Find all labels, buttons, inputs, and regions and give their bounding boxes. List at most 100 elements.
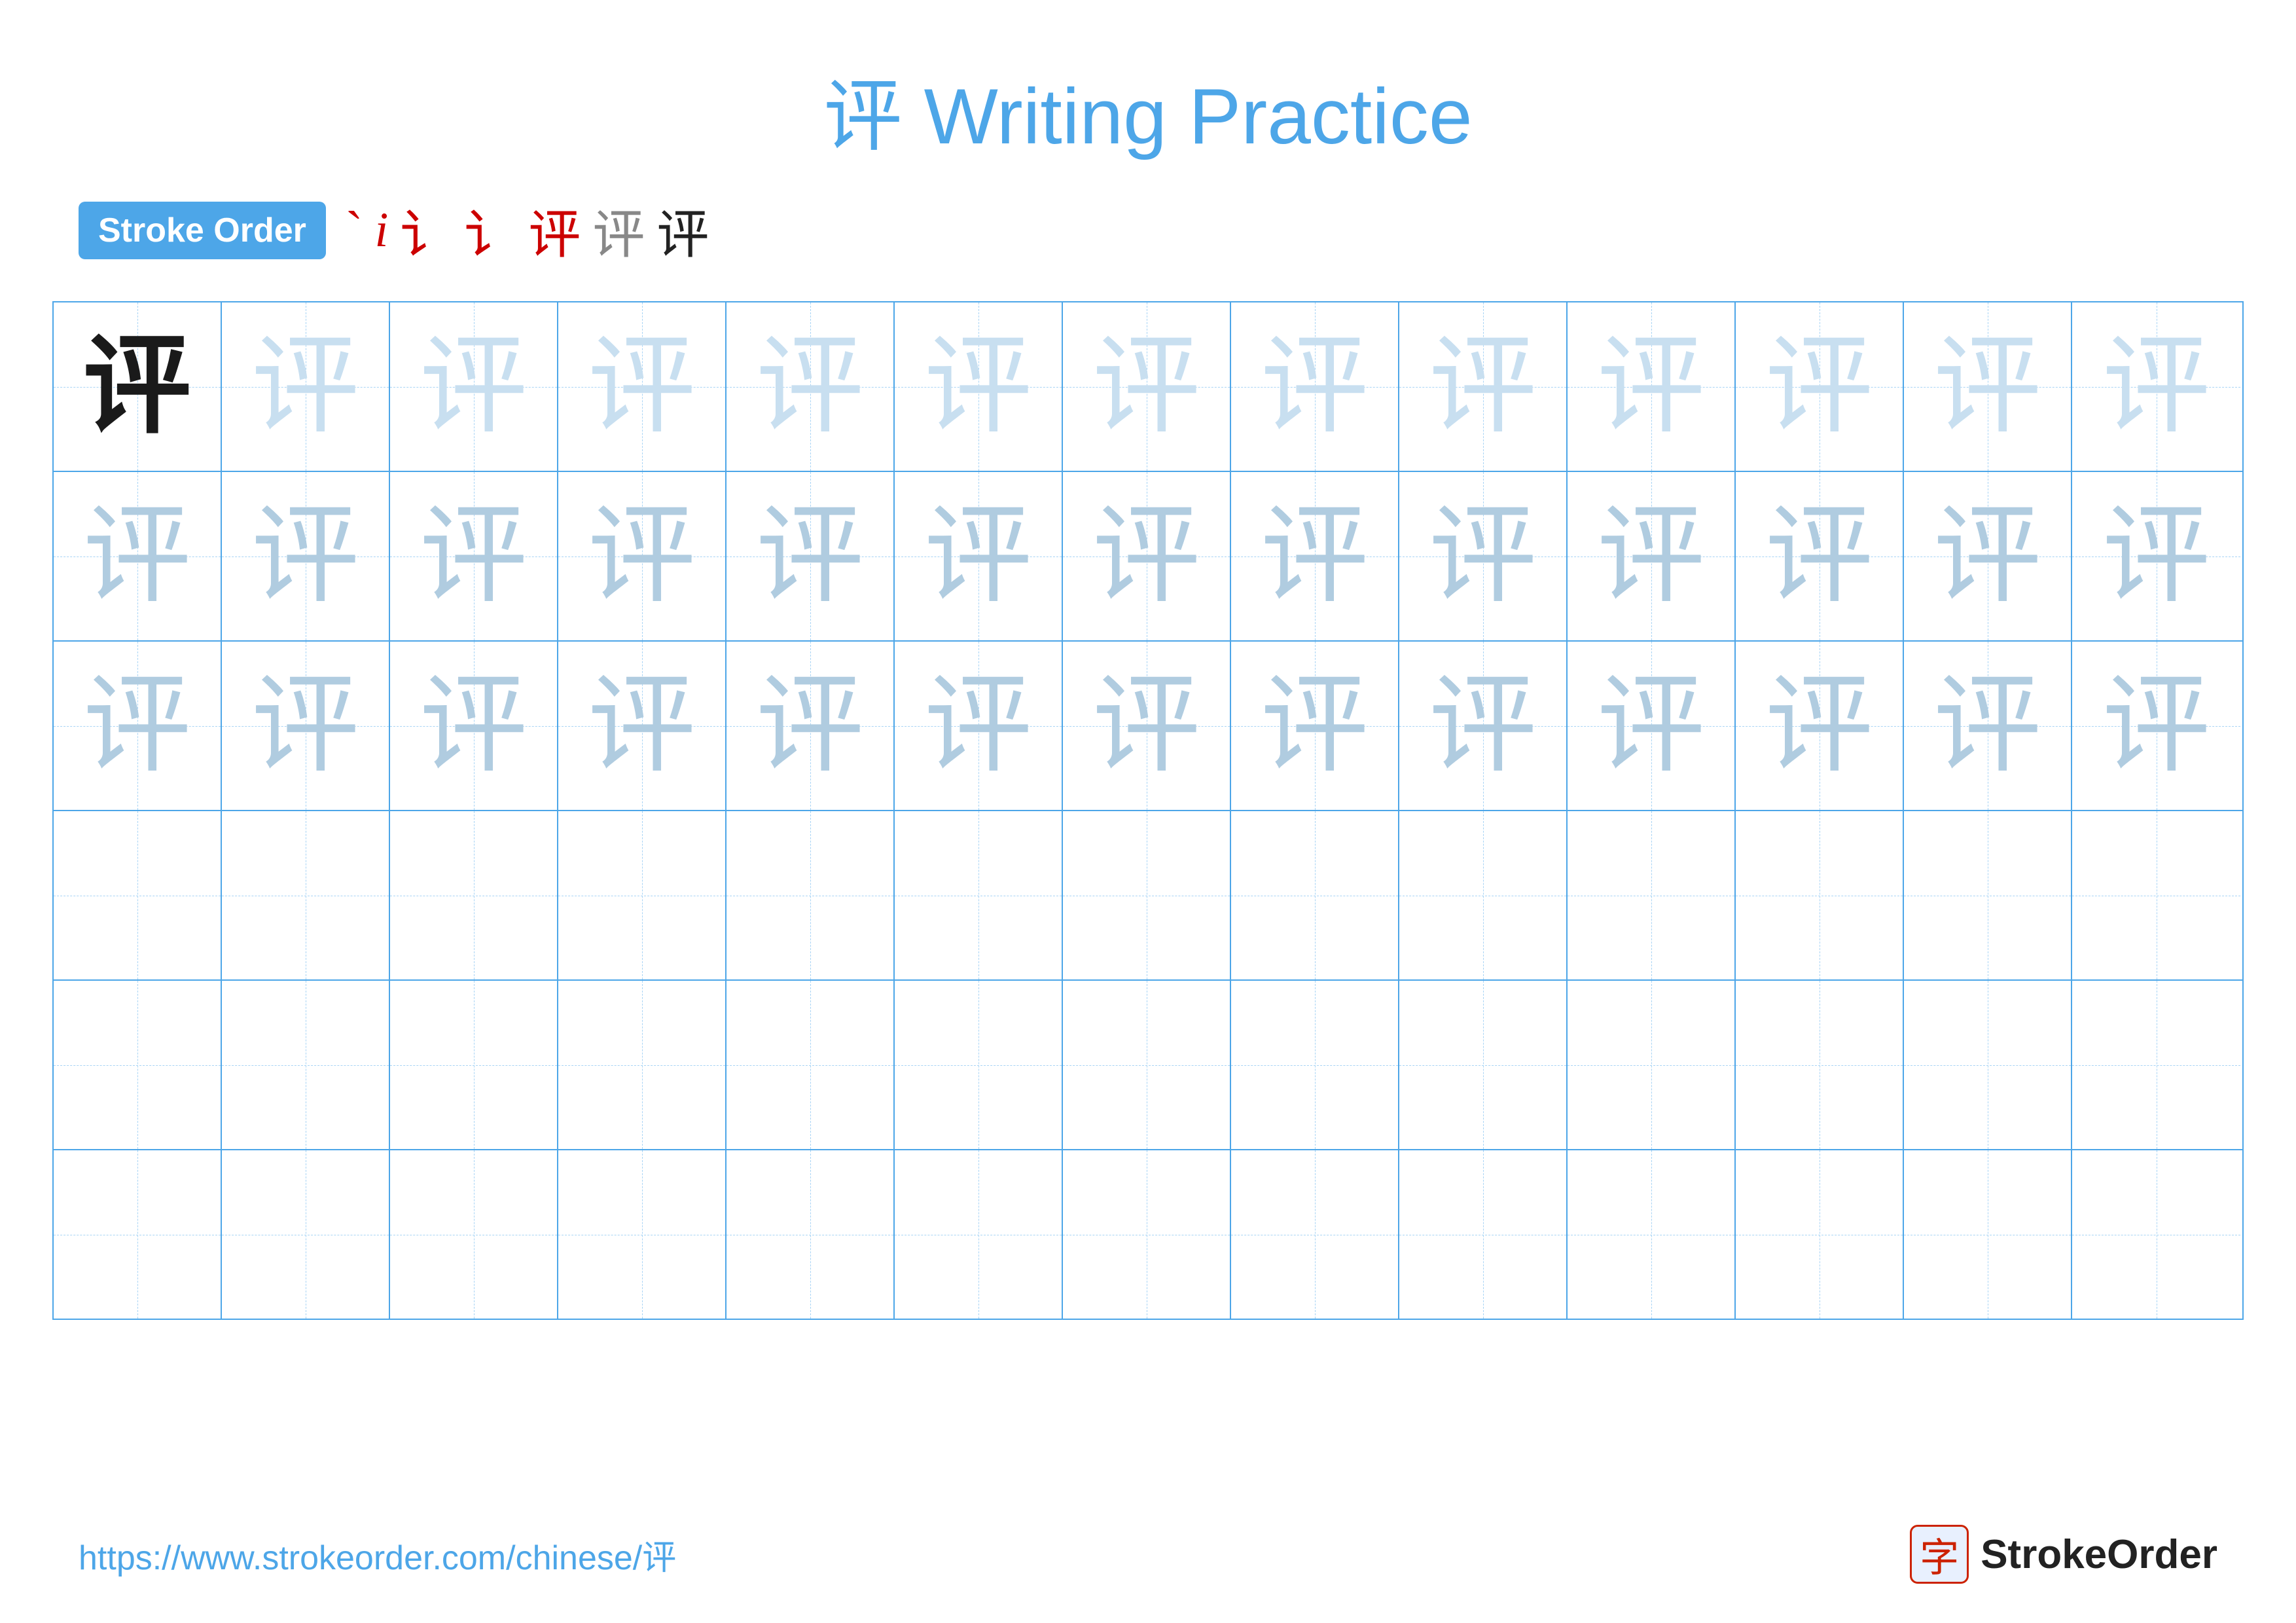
grid-cell-0-8[interactable]: 评 <box>1399 302 1568 471</box>
footer-url[interactable]: https://www.strokeorder.com/chinese/评 <box>79 1530 676 1579</box>
grid-cell-2-10[interactable]: 评 <box>1736 642 1904 810</box>
grid-cell-2-9[interactable]: 评 <box>1568 642 1736 810</box>
grid-cell-4-6[interactable] <box>1063 981 1231 1149</box>
grid-cell-4-10[interactable] <box>1736 981 1904 1149</box>
stroke-7: 评 <box>656 192 709 268</box>
grid-cell-3-5[interactable] <box>895 811 1063 979</box>
grid-cell-2-4[interactable]: 评 <box>726 642 895 810</box>
grid-cell-3-11[interactable] <box>1904 811 2072 979</box>
grid-cell-3-1[interactable] <box>222 811 390 979</box>
grid-cell-4-12[interactable] <box>2072 981 2240 1149</box>
grid-cell-5-10[interactable] <box>1736 1150 1904 1319</box>
grid-cell-2-2[interactable]: 评 <box>390 642 558 810</box>
grid-cell-2-0[interactable]: 评 <box>54 642 222 810</box>
grid-cell-1-5[interactable]: 评 <box>895 472 1063 640</box>
grid-cell-1-8[interactable]: 评 <box>1399 472 1568 640</box>
grid-cell-3-0[interactable] <box>54 811 222 979</box>
grid-row-4 <box>54 981 2242 1150</box>
grid-cell-4-5[interactable] <box>895 981 1063 1149</box>
stroke-1: ` <box>346 201 363 261</box>
grid-cell-5-4[interactable] <box>726 1150 895 1319</box>
grid-cell-1-1[interactable]: 评 <box>222 472 390 640</box>
grid-cell-0-7[interactable]: 评 <box>1231 302 1399 471</box>
grid-cell-5-8[interactable] <box>1399 1150 1568 1319</box>
grid-row-1: 评评评评评评评评评评评评评 <box>54 472 2242 642</box>
grid-cell-5-3[interactable] <box>558 1150 726 1319</box>
grid-cell-0-11[interactable]: 评 <box>1904 302 2072 471</box>
grid-cell-3-2[interactable] <box>390 811 558 979</box>
grid-cell-2-1[interactable]: 评 <box>222 642 390 810</box>
grid-cell-5-0[interactable] <box>54 1150 222 1319</box>
stroke-order-section: Stroke Order ` i 讠 讠 评 评 评 <box>0 192 2296 301</box>
grid-cell-2-12[interactable]: 评 <box>2072 642 2240 810</box>
grid-cell-3-9[interactable] <box>1568 811 1736 979</box>
grid-cell-5-11[interactable] <box>1904 1150 2072 1319</box>
brand-name: StrokeOrder <box>1981 1531 2217 1578</box>
grid-cell-2-5[interactable]: 评 <box>895 642 1063 810</box>
grid-cell-2-6[interactable]: 评 <box>1063 642 1231 810</box>
grid-cell-0-1[interactable]: 评 <box>222 302 390 471</box>
grid-cell-0-0[interactable]: 评 <box>54 302 222 471</box>
practice-grid: 评评评评评评评评评评评评评评评评评评评评评评评评评评评评评评评评评评评评评评评 <box>52 301 2244 1320</box>
grid-row-2: 评评评评评评评评评评评评评 <box>54 642 2242 811</box>
grid-row-5 <box>54 1150 2242 1319</box>
grid-cell-2-8[interactable]: 评 <box>1399 642 1568 810</box>
grid-cell-0-6[interactable]: 评 <box>1063 302 1231 471</box>
grid-cell-4-1[interactable] <box>222 981 390 1149</box>
title-text: 评 Writing Practice <box>823 73 1472 160</box>
grid-cell-4-8[interactable] <box>1399 981 1568 1149</box>
grid-cell-4-2[interactable] <box>390 981 558 1149</box>
grid-cell-4-0[interactable] <box>54 981 222 1149</box>
grid-cell-3-6[interactable] <box>1063 811 1231 979</box>
grid-cell-5-12[interactable] <box>2072 1150 2240 1319</box>
grid-cell-4-9[interactable] <box>1568 981 1736 1149</box>
grid-cell-1-6[interactable]: 评 <box>1063 472 1231 640</box>
grid-cell-1-11[interactable]: 评 <box>1904 472 2072 640</box>
grid-cell-4-4[interactable] <box>726 981 895 1149</box>
brand-icon: 字 <box>1910 1525 1969 1584</box>
grid-cell-4-11[interactable] <box>1904 981 2072 1149</box>
grid-cell-3-3[interactable] <box>558 811 726 979</box>
grid-cell-4-7[interactable] <box>1231 981 1399 1149</box>
grid-cell-0-5[interactable]: 评 <box>895 302 1063 471</box>
grid-cell-5-9[interactable] <box>1568 1150 1736 1319</box>
grid-cell-1-7[interactable]: 评 <box>1231 472 1399 640</box>
grid-cell-0-4[interactable]: 评 <box>726 302 895 471</box>
stroke-4: 讠 <box>464 192 516 268</box>
grid-cell-2-3[interactable]: 评 <box>558 642 726 810</box>
grid-cell-5-7[interactable] <box>1231 1150 1399 1319</box>
stroke-6: 评 <box>592 192 645 268</box>
grid-cell-0-10[interactable]: 评 <box>1736 302 1904 471</box>
grid-cell-4-3[interactable] <box>558 981 726 1149</box>
grid-cell-3-7[interactable] <box>1231 811 1399 979</box>
grid-cell-3-4[interactable] <box>726 811 895 979</box>
stroke-sequence: ` i 讠 讠 评 评 评 <box>346 192 709 268</box>
grid-cell-5-1[interactable] <box>222 1150 390 1319</box>
grid-row-3 <box>54 811 2242 981</box>
grid-cell-5-6[interactable] <box>1063 1150 1231 1319</box>
grid-cell-1-9[interactable]: 评 <box>1568 472 1736 640</box>
footer: https://www.strokeorder.com/chinese/评 字 … <box>79 1525 2217 1584</box>
grid-cell-3-8[interactable] <box>1399 811 1568 979</box>
grid-cell-5-5[interactable] <box>895 1150 1063 1319</box>
grid-cell-3-12[interactable] <box>2072 811 2240 979</box>
grid-cell-2-7[interactable]: 评 <box>1231 642 1399 810</box>
grid-cell-1-0[interactable]: 评 <box>54 472 222 640</box>
stroke-5: 评 <box>528 192 581 268</box>
grid-cell-5-2[interactable] <box>390 1150 558 1319</box>
grid-cell-0-2[interactable]: 评 <box>390 302 558 471</box>
grid-cell-0-9[interactable]: 评 <box>1568 302 1736 471</box>
stroke-order-badge: Stroke Order <box>79 202 326 259</box>
grid-cell-3-10[interactable] <box>1736 811 1904 979</box>
grid-cell-1-4[interactable]: 评 <box>726 472 895 640</box>
grid-cell-2-11[interactable]: 评 <box>1904 642 2072 810</box>
grid-cell-1-12[interactable]: 评 <box>2072 472 2240 640</box>
page-title: 评 Writing Practice <box>0 0 2296 192</box>
grid-cell-0-3[interactable]: 评 <box>558 302 726 471</box>
footer-brand: 字 StrokeOrder <box>1910 1525 2217 1584</box>
grid-cell-0-12[interactable]: 评 <box>2072 302 2240 471</box>
stroke-3: 讠 <box>400 192 452 268</box>
grid-cell-1-10[interactable]: 评 <box>1736 472 1904 640</box>
grid-cell-1-3[interactable]: 评 <box>558 472 726 640</box>
grid-cell-1-2[interactable]: 评 <box>390 472 558 640</box>
